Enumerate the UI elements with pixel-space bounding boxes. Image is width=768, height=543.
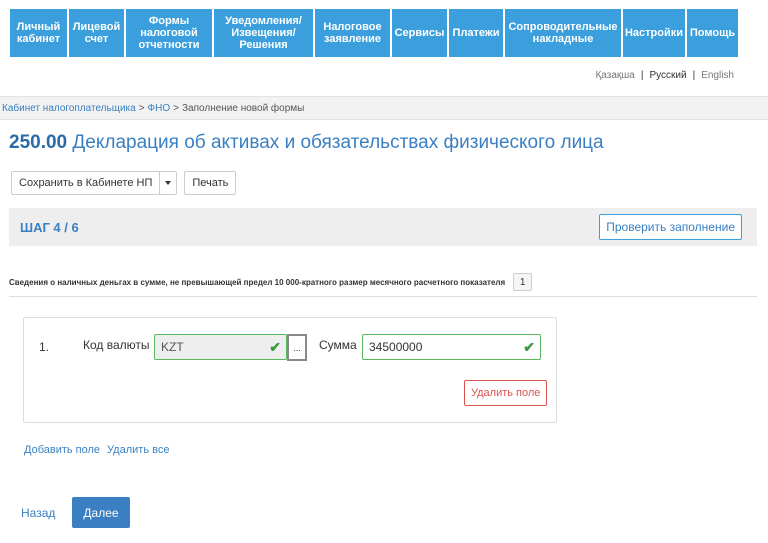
nav-waybills[interactable]: Сопроводительные накладные [505,9,621,57]
page-title: 250.00 Декларация об активах и обязатель… [9,132,604,154]
nav-payments[interactable]: Платежи [449,9,503,57]
print-button[interactable]: Печать [184,171,237,195]
breadcrumb-separator: > [173,102,179,114]
sum-field[interactable]: 34500000 ✔ [362,334,541,360]
step-indicator: ШАГ 4 / 6 [20,219,79,235]
nav-tax-application[interactable]: Налоговое заявление [315,9,390,57]
lang-separator: | [640,70,644,81]
breadcrumb-separator: > [138,102,145,114]
nav-help[interactable]: Помощь [687,9,738,57]
next-button[interactable]: Далее [72,497,130,528]
breadcrumb: Кабинет налогоплательщика > ФНО > Заполн… [0,96,768,120]
section-header: Сведения о наличных деньгах в сумме, не … [9,273,757,291]
section-count-badge: 1 [513,273,533,291]
step-bar: ШАГ 4 / 6 Проверить заполнение [9,208,757,246]
save-button[interactable]: Сохранить в Кабинете НП [11,171,161,195]
sum-value: 34500000 [369,340,423,354]
check-icon: ✔ [269,339,281,355]
breadcrumb-current: Заполнение новой формы [182,102,305,114]
nav-notifications[interactable]: Уведомления/ Извещения/ Решения [214,9,313,57]
nav-tax-forms[interactable]: Формы налоговой отчетности [126,9,212,57]
breadcrumb-fno[interactable]: ФНО [148,103,171,114]
save-split-button: Сохранить в Кабинете НП [11,171,178,195]
remove-all-link[interactable]: Удалить все [107,444,169,456]
save-dropdown-button[interactable] [160,171,178,195]
check-filling-button[interactable]: Проверить заполнение [599,214,742,240]
form-code: 250.00 [9,132,68,153]
lang-russian[interactable]: Русский [649,70,686,81]
section-title: Сведения о наличных деньгах в сумме, не … [9,277,506,287]
currency-code-value: KZT [161,340,184,354]
nav-services[interactable]: Сервисы [392,9,447,57]
section-divider [9,296,757,297]
field-actions: Добавить поле Удалить все [24,444,169,456]
nav-personal-account[interactable]: Лицевой счет [69,9,124,57]
language-switcher: Қазақша | Русский | English [595,70,734,81]
item-number: 1. [39,340,50,354]
chevron-down-icon [165,181,172,185]
sum-label: Сумма [319,338,357,352]
toolbar: Сохранить в Кабинете НП Печать [11,171,237,195]
check-icon: ✔ [523,339,535,355]
currency-lookup-button[interactable]: ... [287,334,307,361]
lang-kazakh[interactable]: Қазақша [595,70,634,81]
breadcrumb-cabinet[interactable]: Кабинет налогоплательщика [2,103,136,114]
lang-english[interactable]: English [701,70,734,81]
form-title: Декларация об активах и обязательствах ф… [72,132,604,153]
lang-separator: | [692,70,696,81]
remove-field-button[interactable]: Удалить поле [464,380,548,406]
cash-item-panel: 1. Код валюты KZT ✔ ... Сумма 34500000 ✔… [23,317,557,423]
nav-settings[interactable]: Настройки [623,9,685,57]
top-navigation: Личный кабинет Лицевой счет Формы налого… [10,9,738,57]
nav-personal-cabinet[interactable]: Личный кабинет [10,9,67,57]
back-link[interactable]: Назад [21,506,55,520]
currency-code-field[interactable]: KZT ✔ [154,334,287,360]
currency-code-label: Код валюты [83,338,150,352]
add-field-link[interactable]: Добавить поле [24,444,100,456]
